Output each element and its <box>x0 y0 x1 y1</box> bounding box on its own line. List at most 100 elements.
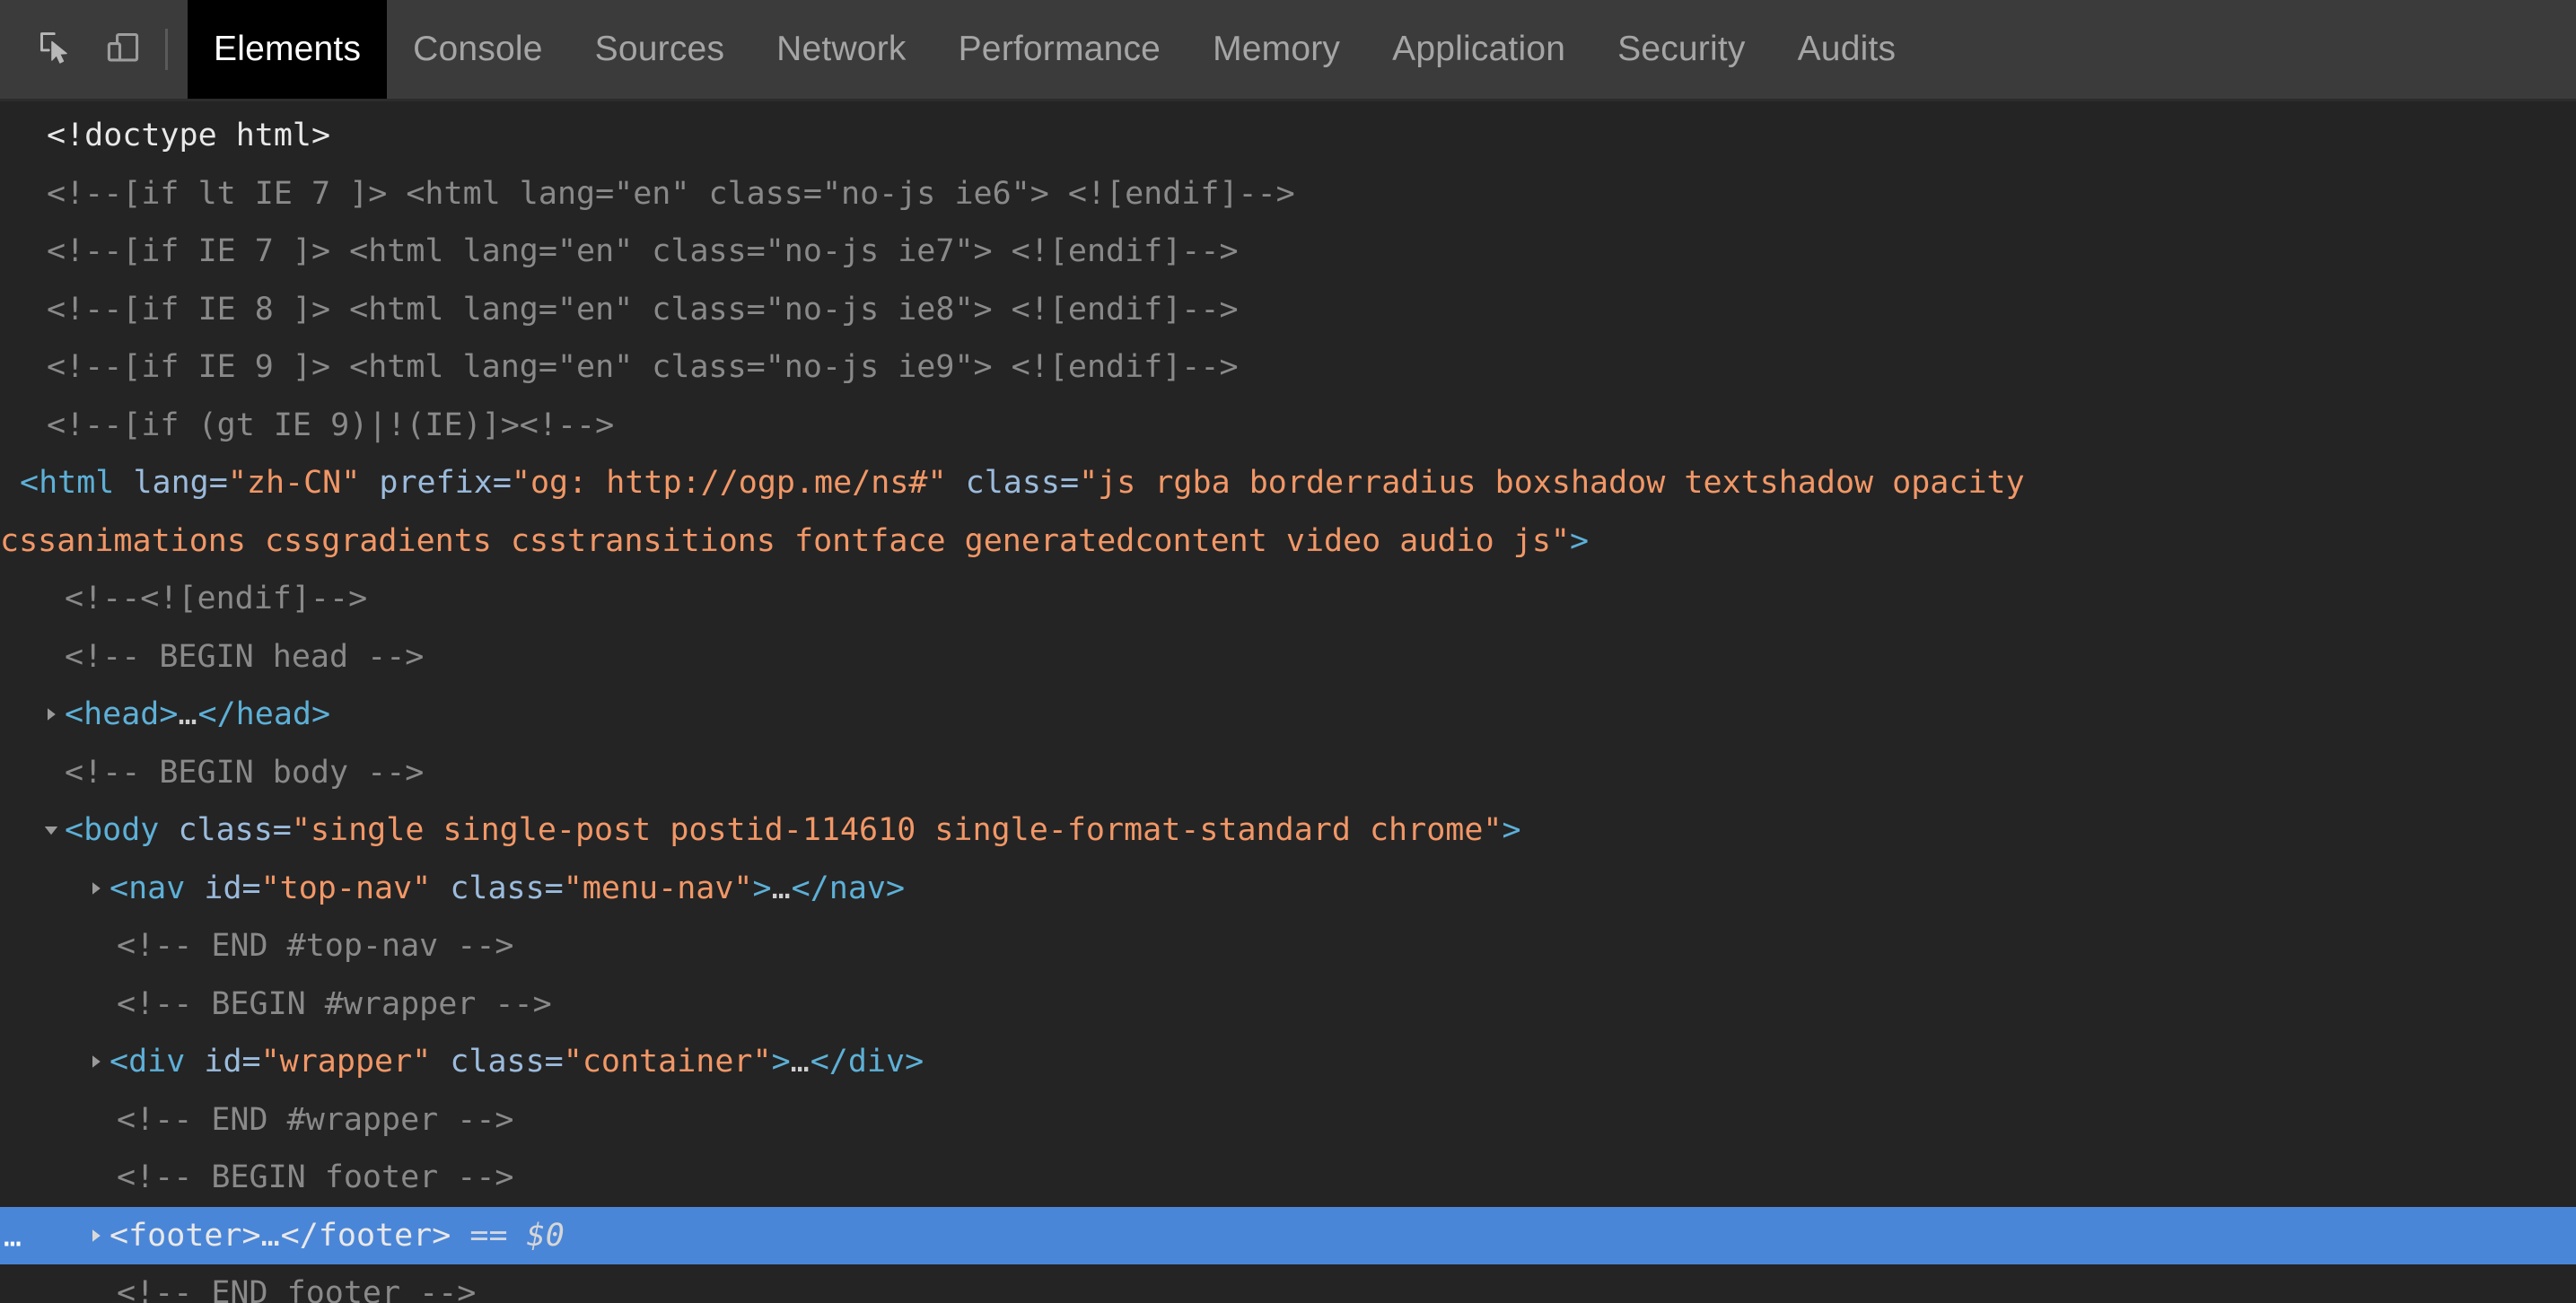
dom-node-comment-ie8[interactable]: <!--[if IE 8 ]> <html lang="en" class="n… <box>0 281 2576 339</box>
nav-attr-id-value: "top-nav" <box>260 870 432 906</box>
footer-close-tag: </footer> <box>280 1217 451 1254</box>
expand-arrow-collapsed-icon[interactable] <box>83 879 110 897</box>
footer-lt: < <box>110 1217 129 1254</box>
body-attr-class-value: "single single-post postid-114610 single… <box>291 812 1503 848</box>
body-tag-name: body <box>83 812 160 848</box>
device-toolbar-icon[interactable] <box>90 16 156 83</box>
wrapper-tag-name: div <box>128 1044 186 1080</box>
footer-gt: > <box>241 1217 261 1254</box>
doctype-text: <!doctype html> <box>47 118 331 153</box>
toolbar-divider <box>165 29 168 70</box>
html-attr-lang-value: "zh-CN" <box>227 465 361 501</box>
dom-node-comment-begin-footer[interactable]: <!-- BEGIN footer --> <box>0 1149 2576 1207</box>
dom-node-comment-ie9[interactable]: <!--[if IE 9 ]> <html lang="en" class="n… <box>0 338 2576 397</box>
comment-text: <!--[if IE 8 ]> <html lang="en" class="n… <box>47 291 1239 328</box>
dom-node-comment-end-footer[interactable]: <!-- END footer --> <box>0 1264 2576 1303</box>
html-attr-prefix-name: prefix= <box>360 465 512 501</box>
inspect-element-cursor-icon[interactable] <box>23 16 90 83</box>
comment-text: <!--[if IE 9 ]> <html lang="en" class="n… <box>47 349 1239 385</box>
body-gt: > <box>1502 812 1521 848</box>
tab-sources[interactable]: Sources <box>569 0 750 99</box>
comment-text: <!-- END #top-nav --> <box>117 928 514 964</box>
console-ref-variable: $0 <box>526 1217 565 1254</box>
expand-arrow-collapsed-icon[interactable] <box>38 705 65 723</box>
devtools-panel-tabs: Elements Console Sources Network Perform… <box>188 0 2576 99</box>
comment-text: <!-- BEGIN head --> <box>65 638 425 675</box>
dom-node-comment-ie-lt7[interactable]: <!--[if lt IE 7 ]> <html lang="en" class… <box>0 165 2576 223</box>
nav-gt: > <box>752 870 772 906</box>
wrapper-attr-class-name: class= <box>431 1044 564 1080</box>
comment-text: <!--[if (gt IE 9)|!(IE)]><!--> <box>47 407 615 443</box>
tab-memory[interactable]: Memory <box>1187 0 1366 99</box>
dom-node-comment-end-wrapper[interactable]: <!-- END #wrapper --> <box>0 1091 2576 1150</box>
html-tag-name: html <box>39 465 115 501</box>
devtools-window: Elements Console Sources Network Perform… <box>0 0 2576 1303</box>
head-collapsed-ellipsis: … <box>178 696 198 732</box>
collapse-arrow-expanded-icon[interactable] <box>38 821 65 839</box>
tab-application[interactable]: Application <box>1366 0 1591 99</box>
wrapper-attr-class-value: "container" <box>563 1044 772 1080</box>
html-open-gt: > <box>1569 522 1590 559</box>
tab-audits[interactable]: Audits <box>1772 0 1923 99</box>
dom-node-comment-begin-body[interactable]: <!-- BEGIN body --> <box>0 744 2576 802</box>
head-tag-name: head <box>83 696 160 732</box>
nav-attr-id-name: id= <box>185 870 261 906</box>
wrapper-lt: < <box>110 1044 129 1080</box>
head-lt: < <box>65 696 84 732</box>
wrapper-close-tag: </div> <box>810 1044 924 1080</box>
wrapper-attr-id-name: id= <box>185 1044 261 1080</box>
dom-node-comment-begin-wrapper[interactable]: <!-- BEGIN #wrapper --> <box>0 975 2576 1034</box>
comment-text: <!--[if lt IE 7 ]> <html lang="en" class… <box>47 175 1295 212</box>
dom-node-html-open-wrap[interactable]: cssanimations cssgradients csstransition… <box>0 512 2576 571</box>
dom-node-head[interactable]: < head >… </head> <box>0 686 2576 744</box>
footer-tag-name: footer <box>128 1217 242 1254</box>
footer-collapsed-ellipsis: … <box>260 1217 281 1254</box>
comment-text: <!--<![endif]--> <box>65 581 368 617</box>
html-attr-prefix-value: "og: http://ogp.me/ns#" <box>511 465 947 501</box>
wrapper-attr-id-value: "wrapper" <box>260 1044 432 1080</box>
dom-node-footer-selected[interactable]: … < footer >… </footer> == $0 <box>0 1206 2576 1265</box>
head-gt: > <box>159 696 179 732</box>
dom-node-comment-end-topnav[interactable]: <!-- END #top-nav --> <box>0 917 2576 975</box>
comment-text: <!--[if IE 7 ]> <html lang="en" class="n… <box>47 233 1239 269</box>
dom-node-comment-ie7[interactable]: <!--[if IE 7 ]> <html lang="en" class="n… <box>0 223 2576 281</box>
html-attr-class-value-line1: "js rgba borderradius boxshadow textshad… <box>1079 465 2025 501</box>
expand-arrow-collapsed-icon[interactable] <box>83 1227 110 1245</box>
devtools-tabstrip: Elements Console Sources Network Perform… <box>0 0 2576 101</box>
node-overflow-dots-icon[interactable]: … <box>4 1220 23 1250</box>
console-ref-equals: == <box>469 1217 508 1254</box>
wrapper-collapsed-ellipsis: … <box>790 1044 810 1080</box>
comment-text: <!-- BEGIN footer --> <box>117 1159 514 1195</box>
tab-security[interactable]: Security <box>1591 0 1771 99</box>
dom-node-comment-endif[interactable]: <!--<![endif]--> <box>0 570 2576 628</box>
tab-elements[interactable]: Elements <box>188 0 388 99</box>
toolbar-left-actions <box>0 0 188 99</box>
dom-node-html-open[interactable]: < html lang= "zh-CN" prefix= "og: http://og… <box>0 454 2576 512</box>
dom-node-doctype[interactable]: <!doctype html> <box>0 107 2576 165</box>
nav-tag-name: nav <box>128 870 186 906</box>
dom-node-nav[interactable]: < nav id= "top-nav" class= "menu-nav" >… </na… <box>0 860 2576 918</box>
nav-collapsed-ellipsis: … <box>771 870 792 906</box>
footer-space <box>451 1207 469 1265</box>
comment-text: <!-- END #wrapper --> <box>117 1101 514 1138</box>
html-attr-class-value-line2: cssanimations cssgradients csstransition… <box>0 522 1570 559</box>
dom-node-comment-begin-head[interactable]: <!-- BEGIN head --> <box>0 628 2576 686</box>
comment-text: <!-- BEGIN #wrapper --> <box>117 985 552 1022</box>
footer-space-2 <box>508 1207 527 1265</box>
body-attr-class-name: class= <box>159 812 292 848</box>
dom-tree-panel[interactable]: <!doctype html> <!--[if lt IE 7 ]> <html… <box>0 101 2576 1303</box>
nav-lt: < <box>110 870 129 906</box>
body-lt: < <box>65 812 84 848</box>
html-attr-lang-name: lang= <box>114 465 228 501</box>
tab-performance[interactable]: Performance <box>933 0 1187 99</box>
wrapper-gt: > <box>771 1044 791 1080</box>
comment-text: <!-- BEGIN body --> <box>65 754 425 791</box>
tab-network[interactable]: Network <box>750 0 932 99</box>
nav-attr-class-value: "menu-nav" <box>563 870 753 906</box>
dom-node-wrapper-div[interactable]: < div id= "wrapper" class= "container" >… </d… <box>0 1033 2576 1091</box>
expand-arrow-collapsed-icon[interactable] <box>83 1053 110 1071</box>
dom-node-body[interactable]: < body class= "single single-post postid-1… <box>0 801 2576 860</box>
dom-node-comment-gt-ie9[interactable]: <!--[if (gt IE 9)|!(IE)]><!--> <box>0 397 2576 455</box>
tab-console[interactable]: Console <box>387 0 569 99</box>
head-close-tag: </head> <box>197 696 331 732</box>
